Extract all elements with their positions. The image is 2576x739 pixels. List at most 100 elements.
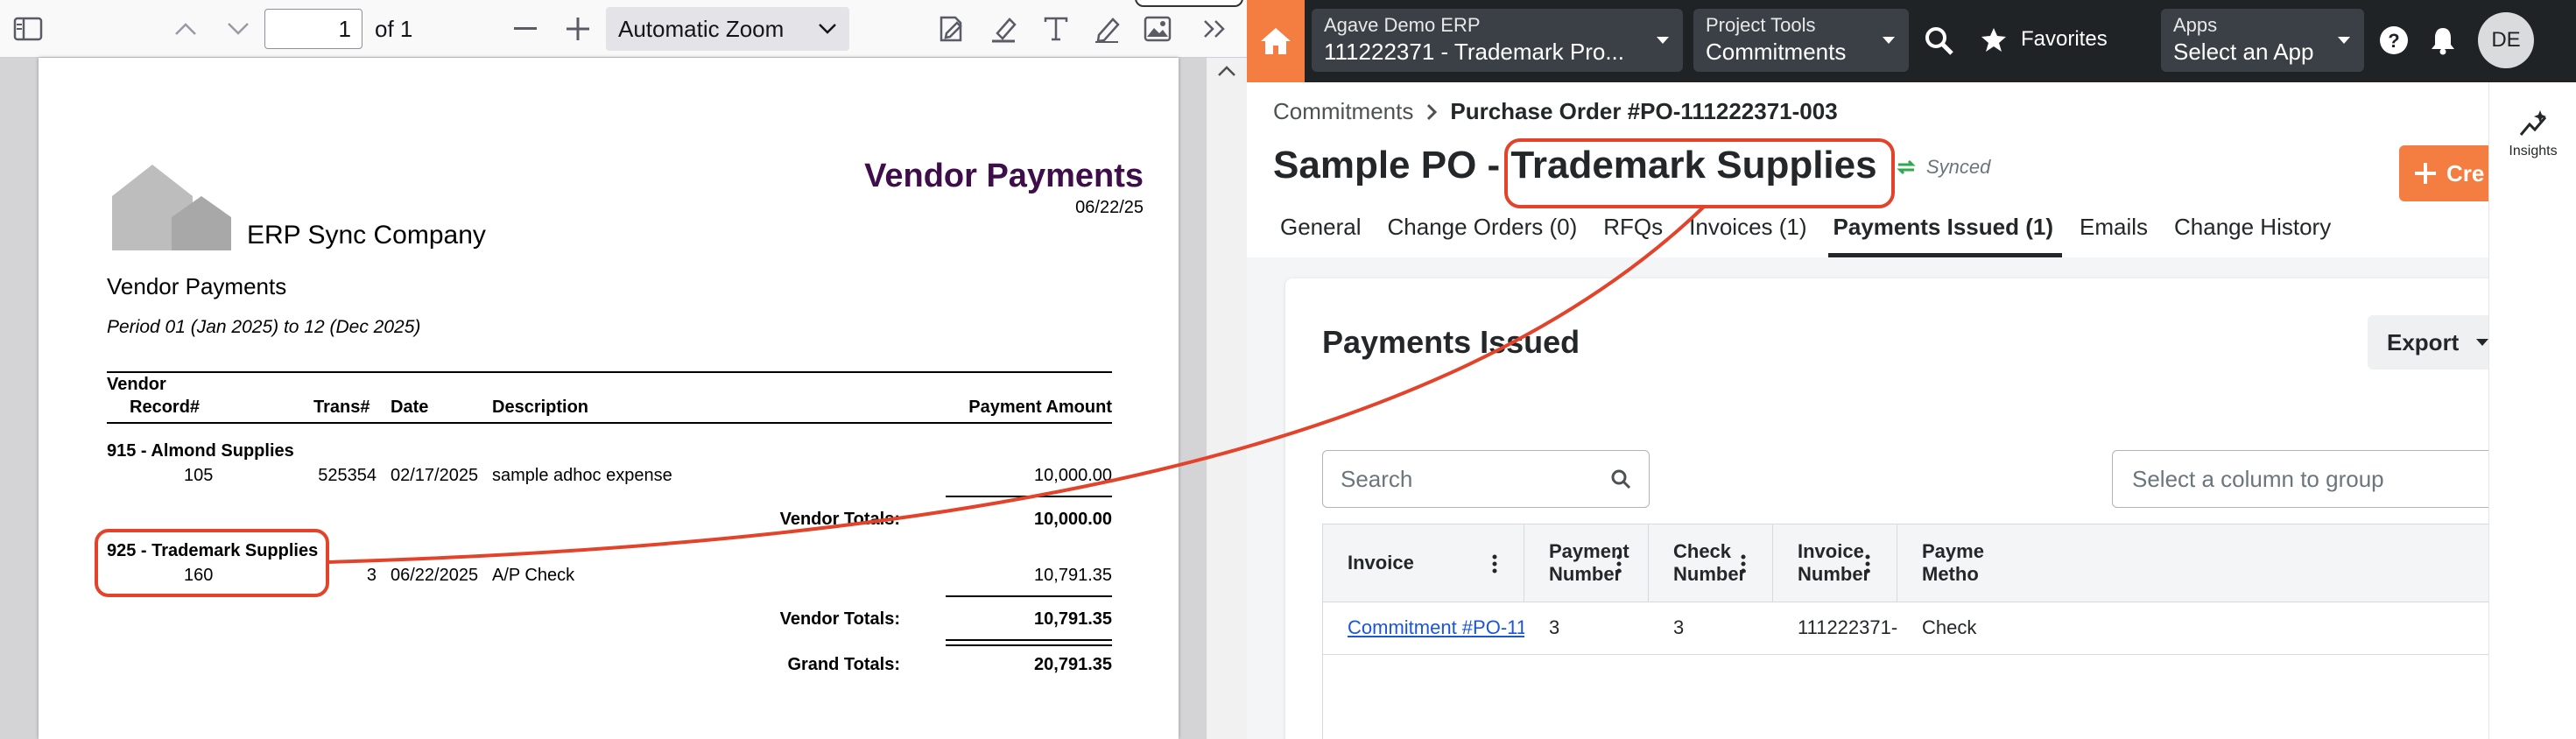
breadcrumb: Commitments Purchase Order #PO-111222371…: [1273, 98, 1838, 125]
zoom-in-icon[interactable]: [560, 14, 595, 44]
home-icon: [1261, 28, 1291, 54]
more-tools-icon[interactable]: [1198, 14, 1233, 44]
record-header: Commitments Purchase Order #PO-111222371…: [1247, 82, 2522, 257]
vendor-total: 10,791.35: [1034, 609, 1112, 629]
caret-down-icon: [2338, 37, 2350, 44]
page-down-icon[interactable]: [221, 14, 256, 44]
plus-icon: [2415, 163, 2436, 184]
text-icon[interactable]: [1038, 12, 1073, 46]
column-menu-icon[interactable]: [1865, 554, 1870, 574]
pdf-toolbar: of 1 Automatic Zoom Extensions: [0, 0, 1247, 58]
col-payment-number[interactable]: Payment Number: [1524, 524, 1649, 602]
cell-invoice-number: 111222371-003: [1798, 616, 1897, 638]
extensions-tooltip: Extensions: [1135, 0, 1243, 7]
draw-icon[interactable]: [1089, 12, 1124, 46]
company-value: 111222371 - Trademark Pro...: [1324, 39, 1625, 65]
pdf-scrollbar[interactable]: [1207, 58, 1247, 739]
insights-label: Insights: [2509, 144, 2558, 158]
highlight-icon[interactable]: [986, 12, 1021, 46]
create-label: Cre: [2446, 159, 2485, 187]
trans-amount: 10,791.35: [1034, 566, 1112, 585]
company-label: Agave Demo ERP: [1324, 14, 1481, 36]
table-header-row: Invoice Payment Number Check Number Invoi…: [1322, 524, 2530, 602]
tool-selector[interactable]: Project Tools Commitments: [1693, 9, 1909, 72]
column-menu-icon[interactable]: [1492, 554, 1497, 574]
invoice-link[interactable]: Commitment #PO-111222371-003...: [1348, 616, 1524, 639]
group-by-select[interactable]: Select a column to group: [2112, 450, 2523, 508]
caret-down-icon: [1883, 37, 1895, 44]
col-check-number[interactable]: Check Number: [1649, 524, 1773, 602]
cell-invoice[interactable]: Commitment #PO-111222371-003...: [1323, 602, 1524, 653]
subtotal-rule: [946, 496, 1112, 497]
tab-change-orders[interactable]: Change Orders (0): [1381, 207, 1597, 257]
pdf-page: ERP Sync Company Vendor Payments 06/22/2…: [39, 58, 1179, 739]
grand-total: 20,791.35: [1034, 655, 1112, 674]
page-title: Sample PO - Trademark Supplies: [1273, 144, 1877, 187]
tab-general[interactable]: General: [1273, 207, 1381, 257]
col-invoice-number-line2: Number: [1798, 563, 1871, 585]
insights-panel-button[interactable]: Insights: [2488, 82, 2576, 739]
search-input[interactable]: Search: [1322, 450, 1650, 508]
vendor-record: 105: [184, 466, 214, 485]
col-invoice-number[interactable]: Invoice Number: [1773, 524, 1897, 602]
header-top-rule: [107, 371, 1112, 373]
avatar[interactable]: DE: [2478, 12, 2534, 68]
search-icon[interactable]: [1921, 23, 1956, 58]
zoom-select[interactable]: Automatic Zoom: [606, 7, 849, 51]
apps-label: Apps: [2173, 14, 2218, 36]
cell-payment-number: 3: [1549, 616, 1560, 638]
notifications-bell-icon[interactable]: [2427, 25, 2459, 56]
company-name: ERP Sync Company: [247, 221, 486, 250]
erp-app: Agave Demo ERP 111222371 - Trademark Pro…: [1247, 0, 2576, 739]
scroll-up-icon[interactable]: [1217, 65, 1236, 77]
tab-change-history[interactable]: Change History: [2167, 207, 2350, 257]
vendor-totals-label: Vendor Totals:: [779, 609, 900, 629]
search-placeholder: Search: [1341, 465, 1413, 492]
vendor-name: 925 - Trademark Supplies: [107, 541, 319, 560]
col-check-number-label: Check Number: [1673, 540, 1747, 585]
caret-down-icon: [1657, 37, 1669, 44]
vendor-record: 160: [184, 566, 214, 585]
top-nav: Agave Demo ERP 111222371 - Trademark Pro…: [1247, 0, 2576, 82]
trans-description: sample adhoc expense: [492, 466, 672, 485]
record-tabs: General Change Orders (0) RFQs Invoices …: [1273, 207, 2350, 257]
signature-icon[interactable]: [933, 12, 968, 46]
sync-status: Synced: [1895, 156, 1990, 179]
zoom-value: Automatic Zoom: [618, 15, 785, 42]
chevron-down-icon: [819, 24, 836, 34]
trans-description: A/P Check: [492, 566, 575, 585]
image-icon[interactable]: [1140, 12, 1175, 46]
home-button[interactable]: [1247, 0, 1305, 82]
company-selector[interactable]: Agave Demo ERP 111222371 - Trademark Pro…: [1312, 9, 1683, 72]
tab-emails[interactable]: Emails: [2073, 207, 2167, 257]
zoom-out-icon[interactable]: [508, 14, 543, 44]
tab-payments-issued[interactable]: Payments Issued (1): [1826, 207, 2073, 257]
apps-selector[interactable]: Apps Select an App: [2161, 9, 2364, 72]
trans-date: 02/17/2025: [391, 466, 479, 485]
favorites-button[interactable]: Favorites: [1981, 26, 2108, 53]
col-date: Date: [391, 398, 429, 417]
tab-rfqs[interactable]: RFQs: [1596, 207, 1682, 257]
grand-total-rule: [946, 639, 1112, 641]
col-payment-method[interactable]: Payme Metho: [1897, 524, 2090, 602]
svg-text:?: ?: [2388, 30, 2399, 52]
table-row[interactable]: Commitment #PO-111222371-003... 3 3 1112…: [1322, 602, 2530, 655]
tool-label: Project Tools: [1706, 14, 1816, 36]
column-menu-icon[interactable]: [1616, 554, 1622, 574]
col-payment-method-line2: Metho: [1922, 563, 1979, 585]
trans-date: 06/22/2025: [391, 566, 479, 585]
col-invoice[interactable]: Invoice: [1323, 524, 1524, 602]
tab-invoices[interactable]: Invoices (1): [1682, 207, 1826, 257]
breadcrumb-root[interactable]: Commitments: [1273, 98, 1413, 125]
export-button[interactable]: Export: [2368, 315, 2508, 370]
grand-totals-label: Grand Totals:: [787, 655, 900, 674]
export-label: Export: [2387, 328, 2460, 355]
insights-sparkle-icon: [2519, 110, 2547, 136]
page-up-icon[interactable]: [168, 14, 203, 44]
help-icon[interactable]: ?: [2378, 25, 2410, 56]
report-subtitle: Vendor Payments: [107, 273, 287, 299]
page-number-input[interactable]: [264, 9, 362, 49]
col-invoice-number-line1: Invoice: [1798, 540, 1864, 562]
column-menu-icon[interactable]: [1741, 554, 1746, 574]
sidebar-toggle-icon[interactable]: [11, 14, 46, 44]
